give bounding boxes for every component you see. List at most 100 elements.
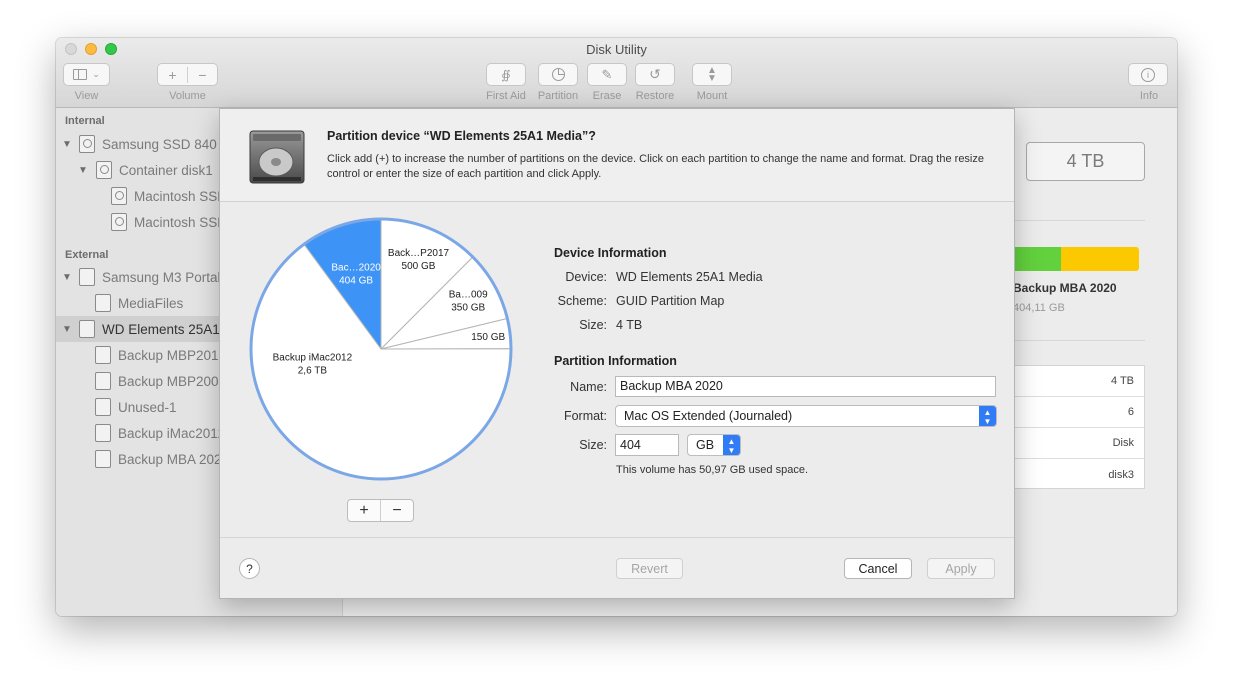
erase-control: ✎ Erase: [583, 63, 631, 102]
external-header: External: [65, 249, 109, 261]
format-select[interactable]: Mac OS Extended (Journaled) ▲ ▼: [615, 405, 997, 427]
volume-icon: [95, 372, 111, 390]
scheme-label: Scheme:: [557, 294, 607, 308]
size-label: Size:: [579, 318, 607, 332]
volume-icon: [111, 187, 127, 205]
sidebar-item-label: Unused-1: [118, 399, 177, 415]
selected-volume-size: 404,11 GB: [1013, 302, 1065, 314]
pie-slice-size: 350 GB: [451, 303, 485, 314]
sidebar-item-label: Backup MBP2017: [118, 347, 227, 363]
partition-pie-chart[interactable]: Bac…2020 404 GB Back…P2017 500 GB Ba…009 350 …: [248, 216, 514, 482]
internal-disk-icon: [79, 135, 95, 153]
remove-volume-button[interactable]: −: [188, 67, 217, 83]
window-title: Disk Utility: [586, 42, 647, 57]
restore-label: Restore: [635, 90, 675, 102]
volume-icon: [95, 294, 111, 312]
first-aid-control: ∯ First Aid: [482, 63, 530, 102]
volume-icon: [95, 424, 111, 442]
pie-slice-name: Backup iMac2012: [273, 353, 353, 364]
view-control: ⌄ View: [63, 63, 110, 102]
apply-button[interactable]: Apply: [927, 558, 995, 579]
name-label: Name:: [570, 380, 607, 394]
mount-label: Mount: [696, 90, 728, 102]
cancel-button[interactable]: Cancel: [844, 558, 912, 579]
partition-button[interactable]: [538, 63, 578, 86]
divider: [1015, 340, 1145, 341]
volume-label: Volume: [169, 90, 206, 102]
dialog-title: Partition device “WD Elements 25A1 Media…: [327, 129, 596, 143]
external-disk-icon: [79, 320, 95, 338]
erase-label: Erase: [592, 90, 622, 102]
sidebar-icon: [73, 69, 88, 80]
dialog-description: Click add (+) to increase the number of …: [327, 153, 984, 180]
partition-label: Partition: [537, 90, 579, 102]
sidebar-item-label: Macintosh SSD: [134, 214, 228, 230]
volume-icon: [111, 213, 127, 231]
view-button[interactable]: ⌄: [63, 63, 110, 86]
view-label: View: [74, 90, 99, 102]
sidebar-item-label: Backup MBP2008: [118, 373, 227, 389]
pie-slice-size: 2,6 TB: [298, 366, 328, 377]
device-value: WD Elements 25A1 Media: [616, 270, 763, 284]
dialog-footer-divider: [220, 537, 1014, 538]
pie-slice-size: 150 GB: [471, 332, 505, 343]
unit-selected-value: GB: [696, 438, 715, 452]
pie-slices: [249, 217, 513, 481]
disclosure-triangle-icon[interactable]: ▼: [61, 324, 73, 335]
disclosure-triangle-icon[interactable]: ▼: [61, 272, 73, 283]
help-button[interactable]: ?: [239, 558, 260, 579]
sidebar-item-label: Macintosh SSD: [134, 188, 228, 204]
format-selected-value: Mac OS Extended (Journaled): [624, 409, 793, 423]
usage-segment-other: [1061, 247, 1139, 271]
disclosure-triangle-icon[interactable]: ▼: [77, 165, 89, 176]
revert-button[interactable]: Revert: [616, 558, 683, 579]
sidebar-item-label: MediaFiles: [118, 295, 184, 311]
add-volume-button[interactable]: +: [158, 66, 188, 83]
internal-header: Internal: [65, 115, 105, 127]
used-space-note: This volume has 50,97 GB used space.: [616, 464, 808, 476]
stethoscope-icon: ∯: [501, 67, 511, 82]
remove-partition-button[interactable]: −: [380, 500, 413, 521]
partition-name-field[interactable]: Backup MBA 2020: [615, 376, 996, 397]
pie-slice-name: Bac…2020: [331, 263, 381, 274]
sidebar-item-label: Container disk1: [119, 162, 213, 178]
volume-control: + − Volume: [157, 63, 218, 102]
first-aid-label: First Aid: [486, 90, 526, 102]
restore-button[interactable]: ↺: [635, 63, 675, 86]
partition-size-field[interactable]: 404: [615, 434, 679, 456]
disclosure-triangle-icon[interactable]: ▼: [61, 139, 73, 150]
partition-info-title: Partition Information: [554, 354, 677, 368]
pie-slice-size: 500 GB: [402, 261, 436, 272]
sidebar-item-label: Backup MBA 2020: [118, 451, 230, 467]
container-icon: [96, 161, 112, 179]
pie-slice-name: Back…P2017: [388, 248, 450, 259]
size-unit-select[interactable]: GB ▲ ▼: [687, 434, 741, 456]
pencil-paper-icon: ✎: [601, 66, 613, 82]
pie-partition-icon: [551, 68, 565, 81]
mount-icon: ▲ ▼: [707, 64, 717, 84]
partition-control: Partition: [534, 63, 582, 102]
sidebar-item-label: Backup iMac2012: [118, 425, 226, 441]
first-aid-button[interactable]: ∯: [486, 63, 526, 86]
info-row: 6: [1015, 397, 1144, 428]
scheme-value: GUID Partition Map: [616, 294, 725, 308]
sidebar-item-label: Samsung SSD 840: [102, 136, 217, 152]
device-info-title: Device Information: [554, 246, 667, 260]
usage-segment-used: [1012, 247, 1061, 271]
mount-button[interactable]: ▲ ▼: [692, 63, 732, 86]
usage-bar: [1012, 247, 1139, 271]
titlebar: Disk Utility ⌄ View + − Volume ∯ First A…: [56, 38, 1177, 108]
sidebar-item-label: Samsung M3 Portable: [102, 269, 236, 285]
info-button[interactable]: i: [1128, 63, 1168, 86]
add-partition-button[interactable]: +: [348, 500, 380, 521]
info-table: 4 TB 6 Disk disk3: [1015, 365, 1145, 489]
size-value: 4 TB: [616, 318, 643, 332]
partition-add-remove-buttons: + −: [347, 499, 414, 522]
restore-control: ↺ Restore: [630, 63, 680, 102]
divider: [1015, 220, 1145, 221]
volume-icon: [95, 398, 111, 416]
info-icon: i: [1141, 67, 1155, 82]
device-label: Device:: [565, 270, 607, 284]
erase-button[interactable]: ✎: [587, 63, 627, 86]
partition-dialog: Partition device “WD Elements 25A1 Media…: [219, 108, 1015, 599]
